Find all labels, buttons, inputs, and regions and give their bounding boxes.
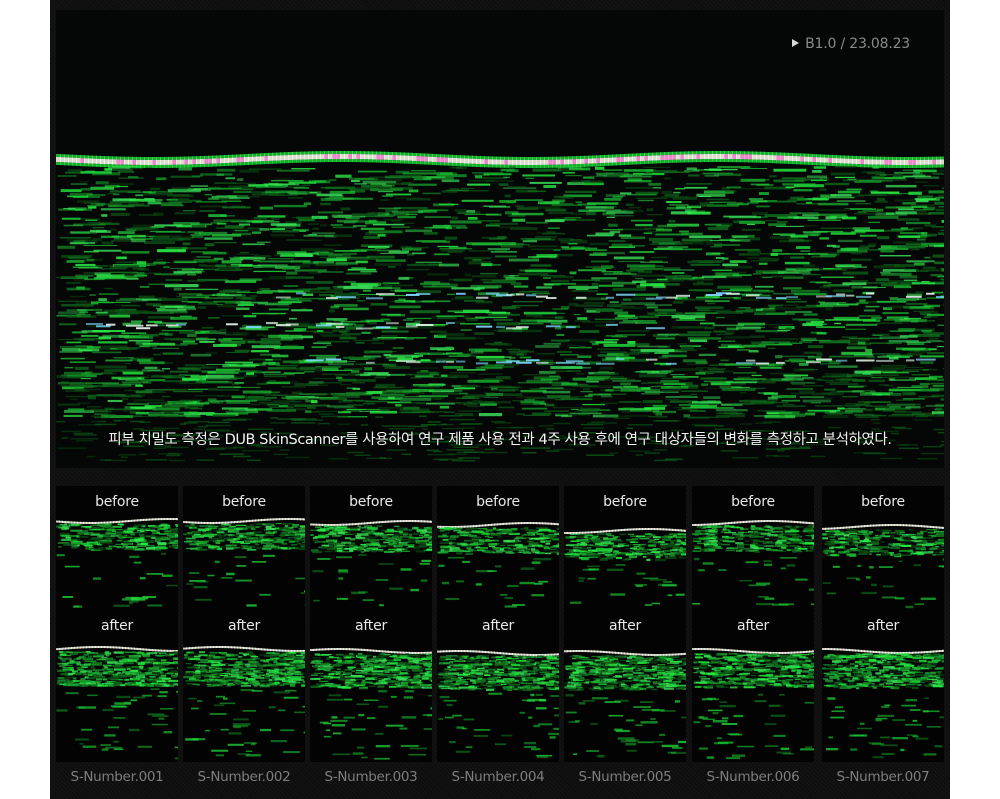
before-scan: before — [822, 486, 944, 610]
sample-column: before after — [692, 486, 814, 762]
sample-column: before after — [310, 486, 432, 762]
before-label: before — [222, 494, 266, 510]
sample-id: S-Number.005 — [578, 769, 672, 785]
after-scan: after — [822, 610, 944, 762]
sample-column: before after — [183, 486, 305, 762]
sample-id: S-Number.006 — [706, 769, 800, 785]
before-label: before — [476, 494, 520, 510]
sample-id: S-Number.001 — [70, 769, 164, 785]
before-label: before — [861, 494, 905, 510]
after-label: after — [227, 618, 261, 634]
after-scan: after — [437, 610, 559, 762]
play-triangle-icon — [792, 39, 800, 47]
after-label: after — [736, 618, 770, 634]
before-label: before — [731, 494, 775, 510]
sample-id: S-Number.002 — [197, 769, 291, 785]
before-scan: before — [437, 486, 559, 610]
version-text: B1.0 / 23.08.23 — [805, 36, 910, 52]
after-scan: after — [56, 610, 178, 762]
after-scan: after — [310, 610, 432, 762]
sample-id: S-Number.003 — [324, 769, 418, 785]
hero-caption: 피부 치밀도 측정은 DUB SkinScanner를 사용하여 연구 제품 사… — [108, 432, 892, 448]
after-label: after — [866, 618, 900, 634]
before-label: before — [603, 494, 647, 510]
sample-column: before after — [822, 486, 944, 762]
sample-column: before after — [564, 486, 686, 762]
before-scan: before — [183, 486, 305, 610]
after-scan: after — [564, 610, 686, 762]
before-scan: before — [692, 486, 814, 610]
after-label: after — [481, 618, 515, 634]
after-scan: after — [183, 610, 305, 762]
after-label: after — [354, 618, 388, 634]
sample-column: before after — [56, 486, 178, 762]
sample-id: S-Number.007 — [836, 769, 930, 785]
hero-scan-image: B1.0 / 23.08.23 피부 치밀도 측정은 DUB SkinScann… — [56, 10, 944, 468]
before-scan: before — [56, 486, 178, 610]
before-scan: before — [310, 486, 432, 610]
sample-column: before after — [437, 486, 559, 762]
version-label: B1.0 / 23.08.23 — [792, 36, 910, 52]
after-label: after — [100, 618, 134, 634]
before-label: before — [349, 494, 393, 510]
before-label: before — [95, 494, 139, 510]
ultrasound-scan-graphic — [56, 151, 944, 462]
after-label: after — [608, 618, 642, 634]
sample-id: S-Number.004 — [451, 769, 545, 785]
after-scan: after — [692, 610, 814, 762]
before-scan: before — [564, 486, 686, 610]
